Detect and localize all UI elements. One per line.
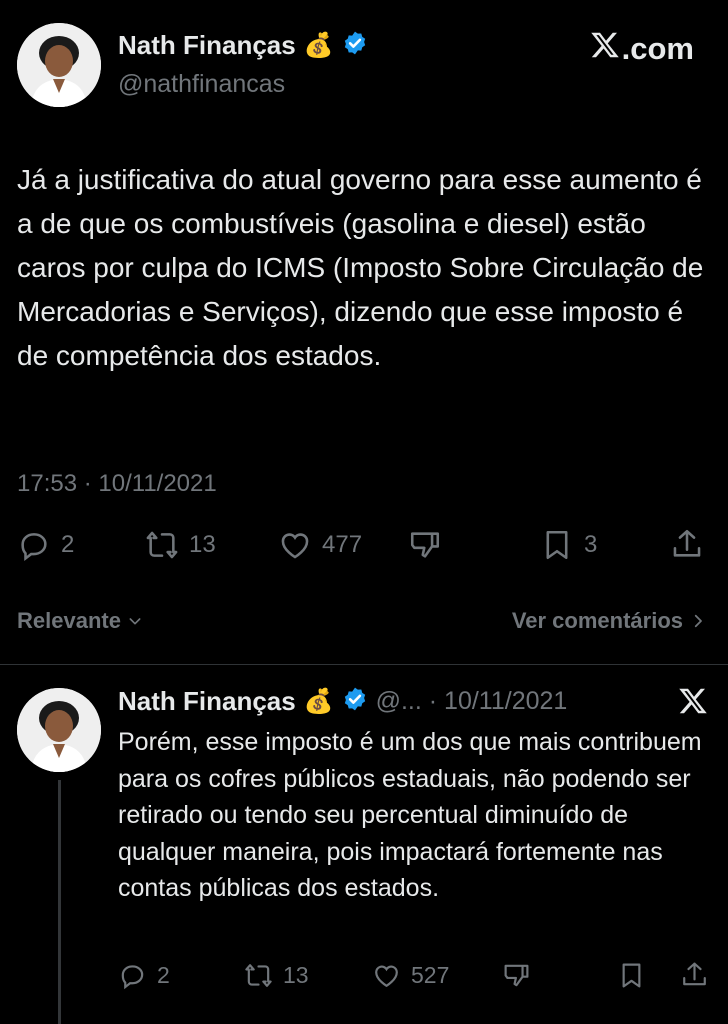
share-button[interactable] [680, 960, 709, 989]
reply-icon [121, 965, 144, 990]
like-count: 527 [411, 962, 450, 988]
bookmark-button[interactable]: 3 [540, 528, 597, 562]
repost-icon [146, 531, 178, 559]
dislike-button[interactable] [502, 961, 531, 990]
chevron-down-icon [129, 618, 141, 625]
money-bag-emoji: 💰 [303, 31, 334, 59]
replies-sort-bar: Relevante Ver comentários [17, 608, 707, 634]
like-icon [281, 533, 309, 559]
verified-badge-icon [342, 30, 368, 61]
view-comments-link[interactable]: Ver comentários [512, 608, 707, 634]
brand-logo: .com [590, 30, 694, 68]
sort-dropdown[interactable]: Relevante [17, 608, 143, 634]
bookmark-count: 3 [584, 531, 598, 558]
dislike-button[interactable] [408, 528, 442, 562]
thread-line [58, 780, 61, 1024]
brand-domain: .com [621, 31, 694, 66]
money-bag-emoji: 💰 [303, 687, 334, 715]
repost-count: 13 [189, 531, 216, 558]
repost-button[interactable]: 13 [145, 528, 216, 562]
reply-text: Porém, esse imposto é um dos que mais co… [118, 728, 702, 902]
divider [0, 664, 728, 665]
x-logo-icon [590, 30, 620, 68]
share-icon [683, 962, 706, 986]
tweet-timestamp[interactable]: 17:53 · 10/11/2021 [17, 470, 217, 498]
bookmark-icon [622, 963, 641, 988]
sort-label: Relevante [17, 608, 121, 633]
dislike-icon [504, 964, 529, 987]
like-count: 477 [322, 531, 363, 558]
author-name[interactable]: Nath Finanças [118, 30, 296, 61]
x-logo-icon [678, 686, 708, 721]
reply-icon [21, 533, 47, 562]
like-button[interactable]: 477 [278, 528, 362, 562]
dislike-icon [410, 532, 440, 558]
repost-button[interactable]: 13 [244, 961, 309, 990]
like-icon [375, 965, 398, 988]
tweet-page: Nath Finanças 💰 @nathfinancas .com Já a … [0, 0, 728, 1024]
like-button[interactable]: 527 [372, 961, 449, 990]
repost-count: 13 [283, 962, 309, 988]
reply-author-name[interactable]: Nath Finanças [118, 686, 296, 717]
share-button[interactable] [670, 527, 704, 561]
verified-badge-icon [342, 686, 368, 717]
reply-meta[interactable]: @... · 10/11/2021 [376, 687, 568, 716]
reply-count: 2 [157, 962, 170, 988]
chevron-right-icon [694, 614, 702, 628]
repost-icon [245, 964, 272, 987]
reply-button[interactable]: 2 [118, 961, 170, 990]
bookmark-icon [546, 530, 568, 560]
bookmark-button[interactable] [617, 961, 646, 990]
view-comments-label: Ver comentários [511, 608, 683, 633]
share-icon [673, 529, 701, 557]
reply-avatar[interactable] [17, 688, 101, 772]
author-name-row: Nath Finanças 💰 [118, 30, 368, 61]
author-handle[interactable]: @nathfinancas [118, 70, 285, 99]
avatar[interactable] [17, 23, 101, 107]
reply-button[interactable]: 2 [17, 528, 74, 562]
reply-author-row: Nath Finanças 💰 @... · 10/11/2021 [118, 686, 567, 717]
reply-count: 2 [61, 531, 75, 558]
tweet-text: Já a justificativa do atual governo para… [17, 164, 704, 371]
